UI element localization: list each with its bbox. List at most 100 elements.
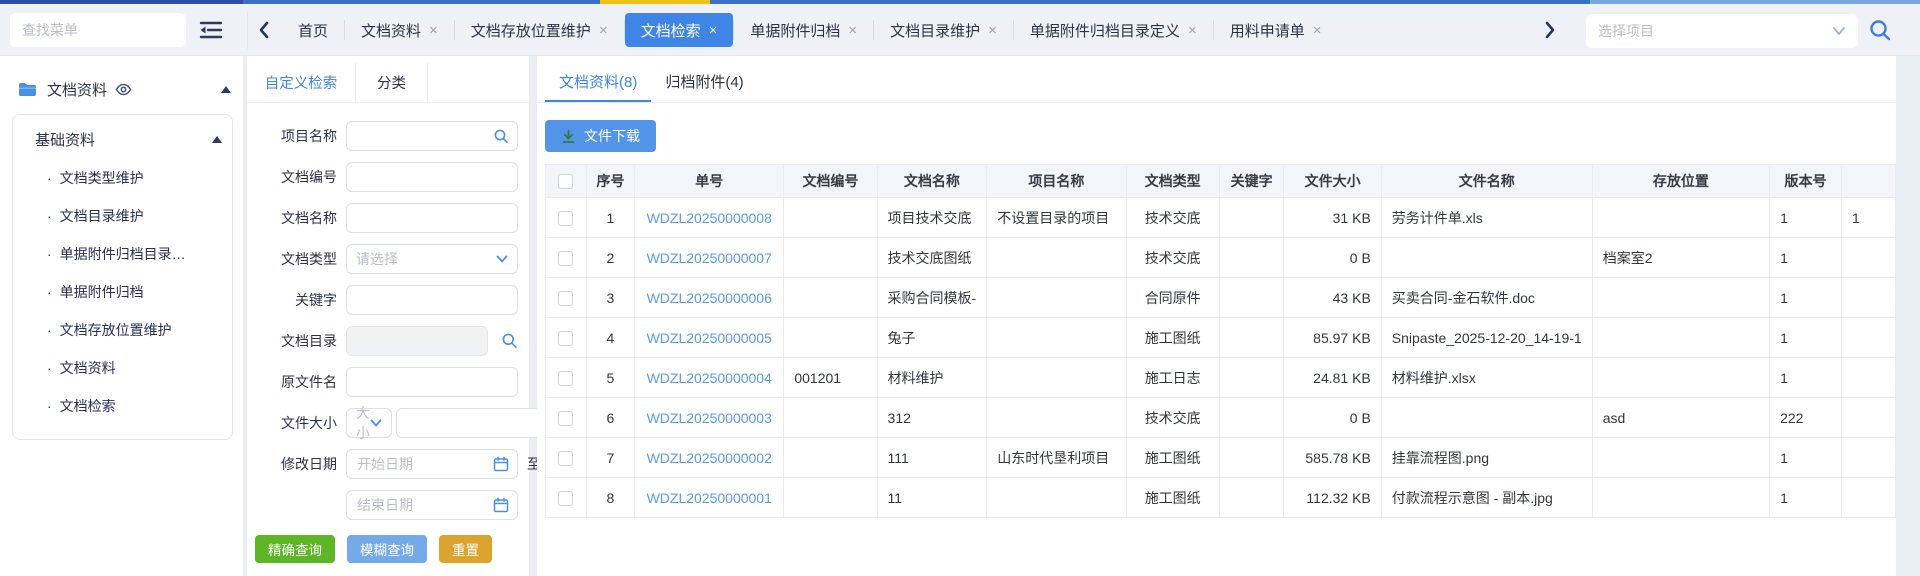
sidebar-root-node[interactable]: 文档资料: [18, 74, 231, 104]
tab-label: 文档存放位置维护: [471, 20, 591, 41]
row-checkbox[interactable]: [558, 411, 573, 426]
reset-button[interactable]: 重置: [439, 535, 492, 563]
select-all-checkbox[interactable]: [558, 174, 573, 189]
triangle-up-icon[interactable]: [212, 136, 222, 143]
original-filename-input[interactable]: [346, 367, 518, 397]
sidebar-group-header[interactable]: 基础资料: [23, 125, 222, 153]
doc-number-input[interactable]: [346, 162, 518, 192]
top-tab-2[interactable]: 文档资料×: [345, 13, 454, 47]
row-checkbox[interactable]: [558, 331, 573, 346]
row-checkbox[interactable]: [558, 251, 573, 266]
collapse-menu-icon[interactable]: [198, 18, 224, 42]
table-cell: [1219, 238, 1284, 278]
table-cell: 0 B: [1284, 238, 1381, 278]
doc-number-link[interactable]: WDZL20250000006: [635, 278, 784, 318]
column-header: [1841, 165, 1895, 198]
table-cell: [987, 278, 1126, 318]
sidebar-group-label: 基础资料: [35, 129, 212, 150]
calendar-icon[interactable]: [493, 456, 509, 472]
close-icon[interactable]: ×: [848, 23, 857, 38]
size-compare-select[interactable]: 大小: [346, 408, 392, 438]
close-icon[interactable]: ×: [1313, 23, 1322, 38]
top-bar: 首页文档资料×文档存放位置维护×文档检索×单据附件归档×文档目录维护×单据附件归…: [0, 4, 1920, 56]
doc-number-link[interactable]: WDZL20250000007: [635, 238, 784, 278]
top-tab-6[interactable]: 文档目录维护 ×: [874, 13, 1013, 47]
menu-search-input[interactable]: [10, 13, 186, 47]
row-checkbox[interactable]: [558, 371, 573, 386]
document-retrieval-page: { "colors": { "accent": "#3f85e5", "link…: [0, 0, 1920, 576]
top-tab-7[interactable]: 单据附件归档目录定义×: [1014, 13, 1213, 47]
tab-document-data[interactable]: 文档资料(8): [545, 63, 651, 102]
table-cell: 项目技术交底: [877, 198, 987, 238]
bullet-dot: ·: [47, 246, 52, 262]
tab-label: 文档目录维护: [890, 20, 980, 41]
chevron-down-icon: [496, 255, 508, 263]
tab-custom-search[interactable]: 自定义检索: [247, 63, 356, 102]
calendar-icon[interactable]: [493, 497, 509, 513]
table-cell: 买卖合同-金石软件.doc: [1381, 278, 1592, 318]
doc-number-link[interactable]: WDZL20250000002: [635, 438, 784, 478]
file-download-button[interactable]: 文件下载: [545, 120, 656, 152]
eye-icon[interactable]: [115, 83, 132, 96]
table-cell: [784, 278, 877, 318]
tab-category[interactable]: 分类: [356, 63, 428, 102]
close-icon[interactable]: ×: [988, 23, 997, 38]
chevron-left-icon[interactable]: [258, 21, 270, 39]
table-cell: [1841, 478, 1895, 518]
doc-number-link[interactable]: WDZL20250000004: [635, 358, 784, 398]
form-row-file-size: 文件大小 大小 KB: [247, 402, 529, 443]
row-checkbox[interactable]: [558, 291, 573, 306]
close-icon[interactable]: ×: [429, 23, 438, 38]
triangle-up-icon[interactable]: [221, 86, 231, 93]
sidebar-item[interactable]: ·单据附件归档目录…: [23, 235, 222, 273]
keyword-input[interactable]: [346, 285, 518, 315]
chevron-right-icon[interactable]: [1544, 21, 1556, 39]
close-icon[interactable]: ×: [599, 23, 608, 38]
search-icon[interactable]: [493, 128, 509, 144]
sidebar-item[interactable]: ·文档目录维护: [23, 197, 222, 235]
top-tab-1[interactable]: 首页: [282, 13, 344, 47]
sidebar-item-label: 文档检索: [60, 396, 116, 416]
search-icon[interactable]: [501, 332, 518, 349]
row-checkbox[interactable]: [558, 211, 573, 226]
sidebar-item[interactable]: ·单据附件归档: [23, 273, 222, 311]
sidebar-item[interactable]: ·文档资料: [23, 349, 222, 387]
table-cell: [1219, 398, 1284, 438]
top-tab-5[interactable]: 单据附件归档×: [734, 13, 873, 47]
doc-number-link[interactable]: WDZL20250000001: [635, 478, 784, 518]
close-icon[interactable]: ×: [1188, 23, 1197, 38]
table-cell: [1219, 198, 1284, 238]
doc-number-link[interactable]: WDZL20250000005: [635, 318, 784, 358]
row-checkbox[interactable]: [558, 451, 573, 466]
table-row: 5WDZL20250000004001201材料维护施工日志24.81 KB材料…: [546, 358, 1896, 398]
fuzzy-search-button[interactable]: 模糊查询: [347, 535, 427, 563]
table-cell: [1592, 318, 1769, 358]
doc-number-link[interactable]: WDZL20250000008: [635, 198, 784, 238]
download-button-label: 文件下载: [584, 126, 640, 146]
table-cell: 1: [1770, 278, 1842, 318]
top-tab-3[interactable]: 文档存放位置维护 ×: [455, 13, 624, 47]
table-cell: 材料维护.xlsx: [1381, 358, 1592, 398]
field-label: 文档类型: [255, 249, 337, 269]
close-icon[interactable]: ×: [709, 23, 718, 38]
tab-archived-attachments[interactable]: 归档附件(4): [651, 63, 757, 102]
doc-name-input[interactable]: [346, 203, 518, 233]
row-checkbox[interactable]: [558, 491, 573, 506]
sidebar-item[interactable]: ·文档存放位置维护: [23, 311, 222, 349]
exact-search-button[interactable]: 精确查询: [255, 535, 335, 563]
sidebar-item[interactable]: ·文档类型维护: [23, 159, 222, 197]
table-cell: 材料维护: [877, 358, 987, 398]
table-cell: 劳务计件单.xls: [1381, 198, 1592, 238]
table-row: 3WDZL20250000006采购合同模板-合同原件43 KB买卖合同-金石软…: [546, 278, 1896, 318]
field-label: 文档名称: [255, 208, 337, 228]
search-icon[interactable]: [1868, 18, 1892, 42]
top-tab-4[interactable]: 文档检索×: [625, 13, 734, 47]
project-select[interactable]: 选择项目: [1586, 14, 1858, 48]
doc-type-select[interactable]: 请选择: [346, 244, 518, 274]
divider: [247, 12, 248, 49]
table-cell: [784, 438, 877, 478]
sidebar-item[interactable]: ·文档检索: [23, 387, 222, 425]
top-tab-8[interactable]: 用料申请单×: [1214, 13, 1338, 47]
doc-number-link[interactable]: WDZL20250000003: [635, 398, 784, 438]
form-row-date-end: [247, 484, 529, 525]
